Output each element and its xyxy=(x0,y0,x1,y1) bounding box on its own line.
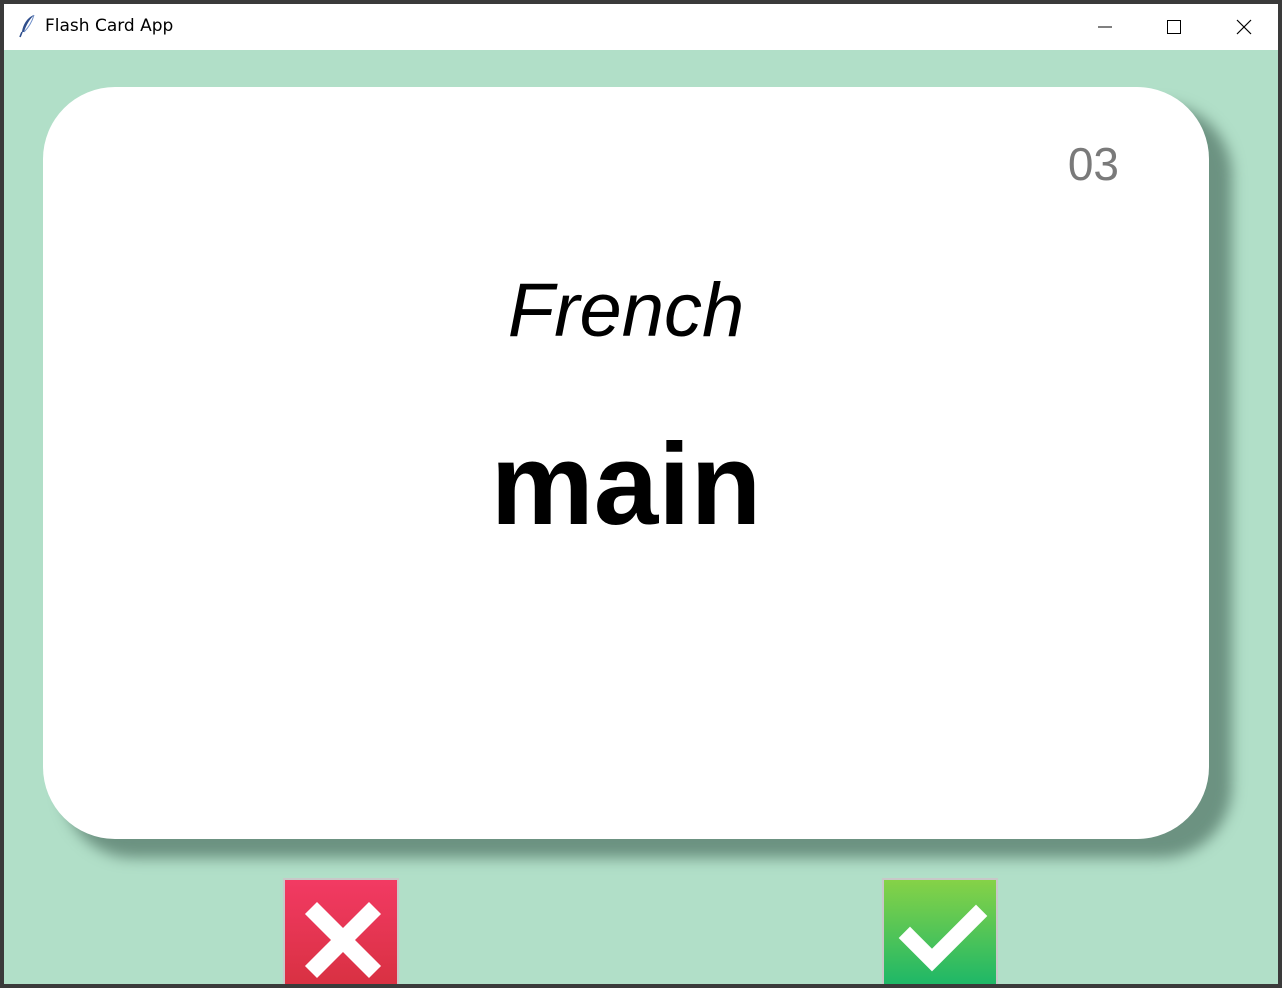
maximize-icon xyxy=(1167,20,1181,34)
close-button[interactable] xyxy=(1221,4,1267,50)
maximize-button[interactable] xyxy=(1151,4,1197,50)
card-language: French xyxy=(507,268,745,353)
minimize-button[interactable] xyxy=(1082,4,1128,50)
title-bar: Flash Card App xyxy=(4,4,1278,50)
minimize-icon xyxy=(1098,26,1112,28)
window-title: Flash Card App xyxy=(45,16,174,36)
card-word: main xyxy=(490,419,762,549)
right-button[interactable] xyxy=(882,878,998,984)
close-icon xyxy=(1236,19,1252,35)
card-number: 03 xyxy=(1067,138,1119,190)
checkmark-icon xyxy=(898,904,988,972)
wrong-button[interactable] xyxy=(283,878,399,984)
app-window: Flash Card App 03 French main xyxy=(4,4,1278,984)
flash-card[interactable]: 03 French main xyxy=(43,87,1209,839)
feather-icon xyxy=(18,14,38,38)
cross-icon xyxy=(304,901,382,979)
